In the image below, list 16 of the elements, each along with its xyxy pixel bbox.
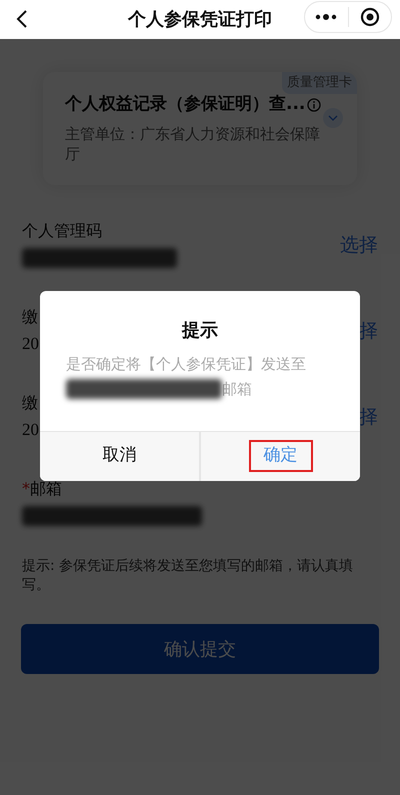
dialog-title: 提示	[180, 319, 219, 343]
page-title: 个人参保凭证打印	[128, 8, 272, 32]
field-label: 缴	[22, 306, 38, 328]
field-label: 个人管理码	[22, 220, 102, 242]
dialog-message: 是否确定将【个人参保凭证】发送至	[65, 354, 307, 374]
hint-text: 提示: 参保凭证后续将发送至您填写的邮箱，请认真填写。	[21, 557, 354, 595]
dialog-button[interactable]: 取消	[40, 432, 199, 480]
required-mark: *	[22, 478, 30, 500]
field-label: 邮箱	[30, 478, 62, 500]
dialog-message: 邮箱	[222, 379, 252, 400]
field-value: 20	[22, 333, 39, 356]
field-label: 缴	[22, 392, 38, 414]
dialog-button[interactable]: 确定	[201, 432, 360, 480]
highlight-frame: 确定	[250, 442, 310, 470]
card-title: 个人权益记录（参保证明）查...	[65, 93, 306, 116]
field-value: 20	[22, 419, 39, 442]
